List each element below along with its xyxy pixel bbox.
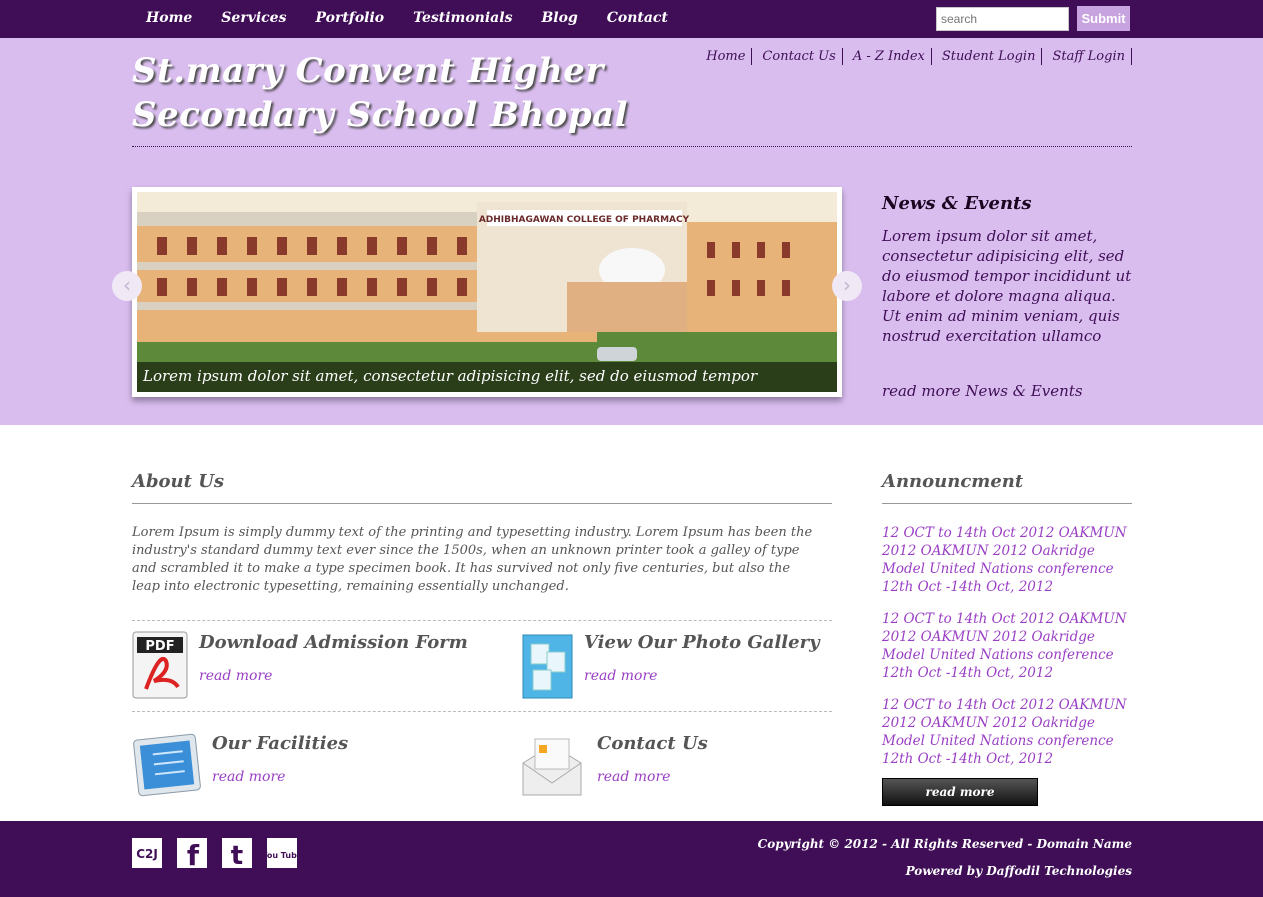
announcement-divider — [882, 503, 1132, 504]
facilities-read-more-link[interactable]: read more — [212, 769, 285, 785]
facebook-icon[interactable]: f — [177, 838, 207, 872]
nav-blog[interactable]: Blog — [541, 10, 577, 26]
announcement-item[interactable]: 12 OCT to 14th Oct 2012 OAKMUN 2012 OAKM… — [882, 696, 1132, 768]
pdf-icon[interactable]: PDF — [132, 631, 189, 699]
youtube-icon[interactable]: You Tube — [261, 838, 303, 868]
util-student-login-link[interactable]: Student Login — [932, 48, 1043, 65]
about-title: About Us — [132, 471, 225, 492]
util-home-link[interactable]: Home — [696, 48, 753, 65]
about-text: Lorem Ipsum is simply dummy text of the … — [132, 525, 813, 594]
building-sign-text: ADHIBHAGAWAN COLLEGE OF PHARMACY — [479, 215, 690, 225]
facilities-title[interactable]: Our Facilities — [212, 733, 348, 754]
c2j-icon[interactable]: C2J — [132, 838, 162, 868]
admission-form-read-more-link[interactable]: read more — [199, 668, 272, 684]
nav-contact[interactable]: Contact — [607, 10, 668, 26]
slide-image: ADHIBHAGAWAN COLLEGE OF PHARMACY Lorem i… — [137, 192, 837, 392]
search-input[interactable] — [936, 7, 1069, 31]
about-divider — [132, 503, 832, 504]
nav-testimonials[interactable]: Testimonials — [413, 10, 512, 26]
main-nav: Home Services Portfolio Testimonials Blo… — [146, 10, 697, 26]
news-read-more-link[interactable]: read more News & Events — [882, 382, 1083, 400]
util-staff-login-link[interactable]: Staff Login — [1042, 48, 1132, 65]
svg-text:t: t — [231, 841, 243, 868]
site-title: St.mary Convent Higher Secondary School … — [132, 51, 629, 135]
announcement-item[interactable]: 12 OCT to 14th Oct 2012 OAKMUN 2012 OAKM… — [882, 610, 1132, 682]
slider-prev-arrow-icon[interactable]: ‹ — [112, 271, 142, 301]
news-body: Lorem ipsum dolor sit amet, consectetur … — [882, 227, 1132, 345]
util-contact-link[interactable]: Contact Us — [752, 48, 843, 65]
envelope-icon[interactable] — [519, 735, 585, 799]
tiles-divider-middle — [132, 711, 832, 712]
facilities-icon[interactable] — [132, 733, 202, 799]
announcement-title: Announcment — [882, 471, 1024, 492]
image-slider: ADHIBHAGAWAN COLLEGE OF PHARMACY Lorem i… — [132, 187, 842, 397]
slider-next-arrow-icon[interactable]: › — [832, 271, 862, 301]
powered-by-text: Powered by Daffodil Technologies — [905, 864, 1132, 878]
tiles-divider-top — [132, 620, 832, 621]
svg-text:C2J: C2J — [136, 847, 158, 861]
utility-nav: Home Contact Us A - Z Index Student Logi… — [696, 48, 1132, 65]
contact-us-read-more-link[interactable]: read more — [597, 769, 670, 785]
submit-button[interactable]: Submit — [1077, 6, 1130, 31]
twitter-icon[interactable]: t — [222, 838, 252, 871]
announcement-item[interactable]: 12 OCT to 14th Oct 2012 OAKMUN 2012 OAKM… — [882, 524, 1132, 596]
news-title: News & Events — [882, 193, 1032, 214]
photo-gallery-read-more-link[interactable]: read more — [584, 668, 657, 684]
photo-gallery-title[interactable]: View Our Photo Gallery — [584, 632, 820, 653]
header-divider — [132, 146, 1132, 147]
read-more-announcement-button[interactable]: read more Announcement — [882, 778, 1038, 825]
svg-text:You Tube: You Tube — [267, 851, 297, 860]
gallery-icon[interactable] — [522, 634, 573, 699]
util-az-index-link[interactable]: A - Z Index — [843, 48, 932, 65]
admission-form-title[interactable]: Download Admission Form — [199, 632, 468, 653]
copyright-text: Copyright © 2012 - All Rights Reserved -… — [757, 837, 1132, 851]
nav-portfolio[interactable]: Portfolio — [315, 10, 384, 26]
nav-home[interactable]: Home — [146, 10, 192, 26]
slide-caption: Lorem ipsum dolor sit amet, consectetur … — [137, 362, 837, 392]
svg-text:f: f — [187, 839, 200, 868]
nav-services[interactable]: Services — [221, 10, 286, 26]
svg-text:PDF: PDF — [145, 639, 174, 654]
contact-us-title[interactable]: Contact Us — [597, 733, 708, 754]
